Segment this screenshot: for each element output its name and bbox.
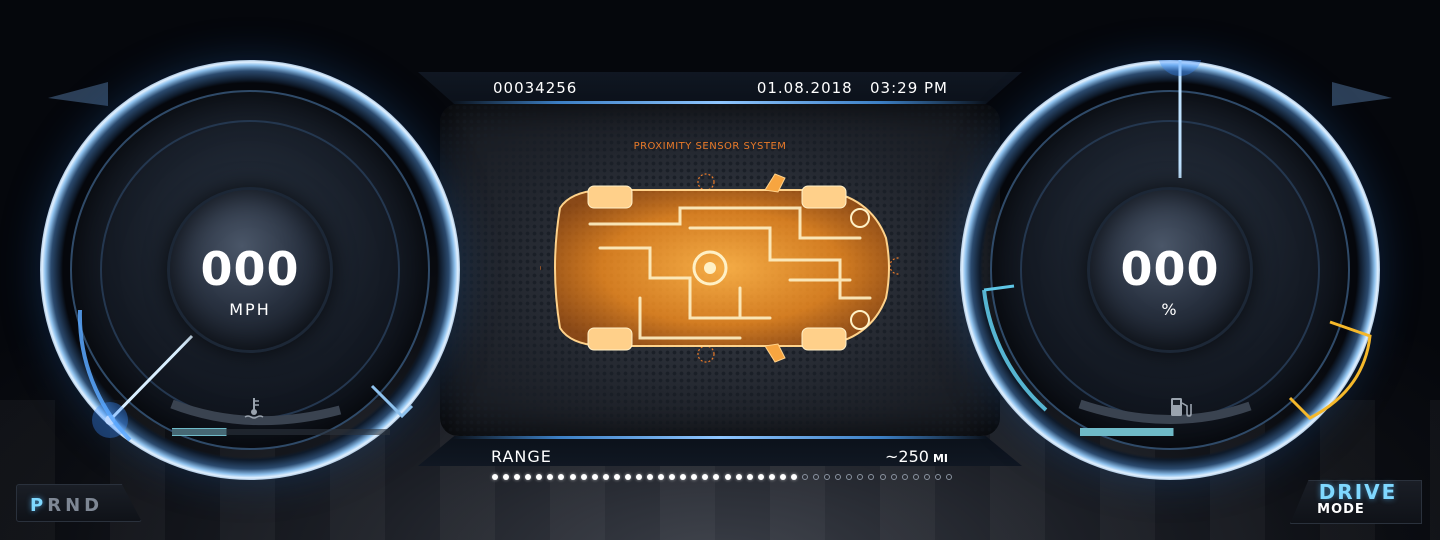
- odometer: 00034256: [493, 79, 578, 97]
- range-dot: [492, 474, 498, 480]
- charge-unit: %: [1161, 300, 1179, 319]
- center-bottom-glow: [452, 436, 988, 439]
- center-top-glow: [452, 101, 988, 104]
- range-dot: [547, 474, 554, 480]
- range-dot: [702, 474, 709, 480]
- range-dot: [624, 474, 631, 480]
- range-dot: [879, 474, 886, 480]
- gear-r[interactable]: R: [47, 495, 65, 516]
- range-value: ~250 MI: [840, 447, 948, 466]
- instrument-cluster: 00034256 01.08.2018 03:29 PM PROXIMITY S…: [0, 0, 1440, 540]
- charge-readout: 000: [1120, 242, 1220, 296]
- range-unit: MI: [932, 452, 948, 465]
- range-dot: [790, 474, 797, 480]
- range-dot: [835, 474, 842, 480]
- engine-coolant-temperature-icon: [244, 398, 264, 419]
- proximity-title: PROXIMITY SENSOR SYSTEM: [633, 141, 787, 152]
- range-dot: [813, 474, 820, 480]
- drive-mode-sublabel: MODE: [1317, 502, 1365, 517]
- gear-d[interactable]: D: [84, 495, 103, 516]
- range-dot: [647, 474, 654, 480]
- range-dot: [746, 474, 753, 480]
- range-dot: [934, 474, 941, 480]
- range-dot: [691, 474, 698, 480]
- speed-unit: MPH: [229, 300, 271, 319]
- range-dot: [591, 474, 598, 480]
- range-dot: [779, 474, 786, 480]
- range-dot: [802, 474, 809, 480]
- range-dot: [713, 474, 720, 480]
- range-dot: [658, 474, 665, 480]
- charge-gauge: 000 %: [960, 60, 1380, 480]
- range-dot: [558, 474, 565, 480]
- range-dot: [824, 474, 831, 480]
- range-dot-bar: [492, 474, 952, 484]
- range-dot: [757, 474, 764, 480]
- range-dot: [680, 474, 687, 480]
- range-dot: [602, 474, 609, 480]
- fuel-pump-icon: [1171, 398, 1192, 417]
- range-dot: [569, 474, 576, 480]
- range-dot: [503, 474, 510, 480]
- date: 01.08.2018: [756, 79, 853, 97]
- range-number: ~250: [885, 447, 929, 466]
- range-dot: [669, 474, 676, 480]
- gear-p[interactable]: P: [30, 495, 47, 516]
- range-label: RANGE: [491, 447, 552, 466]
- range-dot: [890, 474, 897, 480]
- range-dot: [580, 474, 587, 480]
- range-dot: [514, 474, 521, 480]
- date-time: 01.08.2018 03:29 PM: [752, 79, 948, 97]
- speed-readout: 000: [200, 242, 300, 296]
- range-dot: [525, 474, 532, 480]
- range-dot: [724, 474, 731, 480]
- time: 03:29 PM: [870, 79, 948, 97]
- drive-mode-label[interactable]: DRIVE: [1310, 480, 1406, 504]
- range-dot: [901, 474, 908, 480]
- range-dot: [846, 474, 853, 480]
- range-dot: [536, 474, 543, 480]
- range-dot: [613, 474, 620, 480]
- range-dot: [857, 474, 864, 480]
- range-dot: [868, 474, 875, 480]
- gear-selector[interactable]: PRND: [30, 495, 103, 516]
- range-dot: [735, 474, 742, 480]
- car-xray-icon: [540, 173, 900, 363]
- range-dot: [923, 474, 930, 480]
- range-dot: [768, 474, 775, 480]
- gear-n[interactable]: N: [65, 495, 84, 516]
- range-dot: [635, 474, 642, 480]
- range-dot: [946, 474, 952, 480]
- speedometer: 000 MPH: [40, 60, 460, 480]
- range-dot: [912, 474, 919, 480]
